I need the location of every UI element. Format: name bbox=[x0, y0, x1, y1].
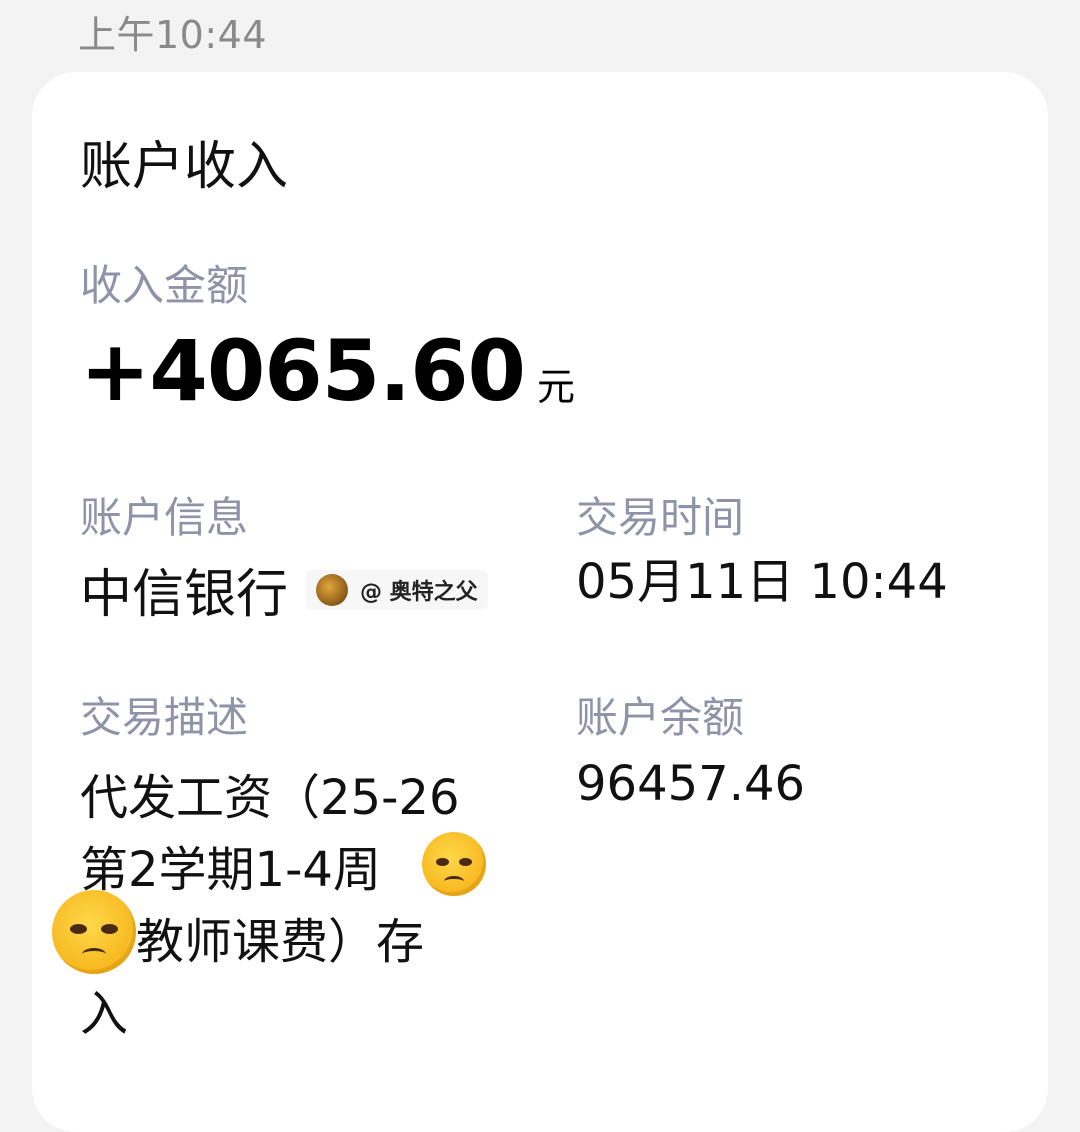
desc-line: 入 bbox=[80, 986, 129, 1042]
time-label: 交易时间 bbox=[576, 493, 745, 542]
balance-value: 96457.46 bbox=[576, 756, 806, 812]
amount-unit: 元 bbox=[536, 365, 575, 409]
amount-row: +4065.60 元 bbox=[80, 322, 575, 420]
balance-label: 账户余额 bbox=[576, 693, 745, 742]
desc-line: 代发工资（25-26 bbox=[80, 770, 460, 826]
account-info: 中信银行 @ 奥特之父 bbox=[80, 552, 488, 627]
desc-label: 交易描述 bbox=[80, 693, 249, 742]
transaction-card: 账户收入 收入金额 +4065.60 元 账户信息 中信银行 @ 奥特之父 交易… bbox=[32, 72, 1048, 1132]
desc-line: 教师课费）存 bbox=[136, 914, 425, 970]
pensive-face-emoji-icon bbox=[52, 890, 136, 974]
pensive-face-emoji-icon bbox=[422, 832, 486, 896]
watermark-text: @ 奥特之父 bbox=[360, 579, 478, 605]
time-value: 05月11日 10:44 bbox=[576, 554, 948, 610]
amount-value: +4065.60 bbox=[80, 322, 526, 420]
status-bar-time: 上午10:44 bbox=[78, 13, 268, 57]
account-value: 中信银行 bbox=[80, 565, 289, 625]
desc-value: 代发工资（25-26 第2学期1-4周 教师课费）存 入 bbox=[80, 762, 520, 1050]
amount-label: 收入金额 bbox=[80, 261, 249, 310]
card-title: 账户收入 bbox=[80, 137, 289, 197]
account-label: 账户信息 bbox=[80, 493, 249, 542]
watermark: @ 奥特之父 bbox=[306, 569, 488, 610]
watermark-avatar-icon bbox=[316, 573, 349, 606]
